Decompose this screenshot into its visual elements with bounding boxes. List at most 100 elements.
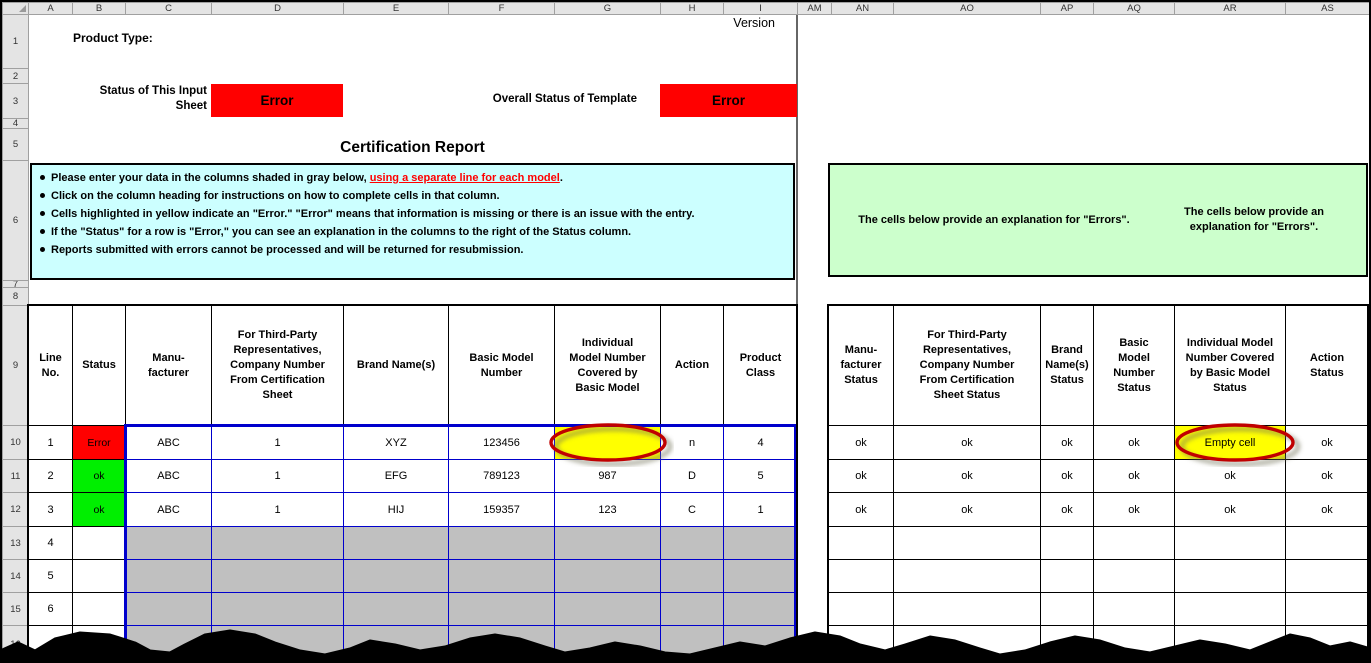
status-detail-cell[interactable]: ok (1285, 492, 1369, 527)
status-detail-cell[interactable] (893, 526, 1041, 560)
status-detail-cell[interactable] (893, 559, 1041, 593)
left-table-header-3[interactable]: For Third-Party Representatives, Company… (211, 305, 344, 426)
data-cell[interactable]: 1 (211, 459, 344, 493)
data-cell[interactable]: XYZ (343, 425, 449, 460)
data-cell[interactable]: 4 (723, 425, 798, 460)
line-no-cell[interactable]: 2 (28, 459, 73, 493)
data-cell[interactable]: 5 (723, 459, 798, 493)
column-header-B[interactable]: B (72, 2, 126, 15)
data-cell[interactable] (448, 526, 555, 560)
status-detail-cell[interactable]: ok (1174, 492, 1286, 527)
status-detail-cell[interactable] (1093, 559, 1175, 593)
data-cell[interactable] (448, 559, 555, 593)
row-header-6[interactable]: 6 (2, 160, 29, 281)
data-cell[interactable] (343, 559, 449, 593)
column-header-AS[interactable]: AS (1285, 2, 1370, 15)
row-header-10[interactable]: 10 (2, 425, 29, 460)
status-detail-cell[interactable]: ok (1040, 459, 1094, 493)
status-detail-cell[interactable] (1093, 526, 1175, 560)
left-table-header-1[interactable]: Status (72, 305, 126, 426)
status-detail-cell[interactable]: ok (1040, 492, 1094, 527)
line-no-cell[interactable]: 1 (28, 425, 73, 460)
status-cell[interactable]: ok (72, 459, 126, 493)
status-cell[interactable]: Error (72, 425, 126, 460)
left-table-header-5[interactable]: Basic Model Number (448, 305, 555, 426)
column-header-AQ[interactable]: AQ (1093, 2, 1175, 15)
select-all-corner[interactable] (2, 2, 29, 15)
column-header-C[interactable]: C (125, 2, 212, 15)
column-header-H[interactable]: H (660, 2, 724, 15)
right-table-header-0[interactable]: Manu- facturer Status (828, 305, 894, 426)
row-header-13[interactable]: 13 (2, 526, 29, 560)
status-detail-cell[interactable]: ok (1093, 492, 1175, 527)
data-cell[interactable] (211, 559, 344, 593)
status-detail-cell[interactable]: ok (1040, 425, 1094, 460)
row-header-2[interactable]: 2 (2, 68, 29, 84)
data-cell[interactable] (343, 526, 449, 560)
status-cell[interactable] (72, 526, 126, 560)
status-detail-cell[interactable] (1040, 526, 1094, 560)
column-header-AR[interactable]: AR (1174, 2, 1286, 15)
row-header-1[interactable]: 1 (2, 14, 29, 69)
status-detail-cell[interactable]: ok (1093, 459, 1175, 493)
data-cell[interactable]: 159357 (448, 492, 555, 527)
data-cell[interactable] (125, 559, 212, 593)
status-detail-cell[interactable]: ok (828, 459, 894, 493)
status-detail-cell[interactable]: ok (893, 459, 1041, 493)
left-table-header-7[interactable]: Action (660, 305, 724, 426)
column-header-AP[interactable]: AP (1040, 2, 1094, 15)
row-header-9[interactable]: 9 (2, 305, 29, 426)
status-detail-cell[interactable] (1285, 526, 1369, 560)
line-no-cell[interactable]: 4 (28, 526, 73, 560)
status-detail-cell[interactable] (1040, 559, 1094, 593)
row-header-8[interactable]: 8 (2, 287, 29, 306)
column-header-G[interactable]: G (554, 2, 661, 15)
data-cell[interactable] (660, 526, 724, 560)
data-cell[interactable]: EFG (343, 459, 449, 493)
data-cell[interactable]: 1 (211, 492, 344, 527)
status-detail-cell[interactable] (1174, 526, 1286, 560)
left-table-header-8[interactable]: Product Class (723, 305, 798, 426)
status-detail-cell[interactable] (1285, 559, 1369, 593)
row-header-3[interactable]: 3 (2, 83, 29, 119)
column-header-AN[interactable]: AN (831, 2, 894, 15)
column-header-AM[interactable]: AM (797, 2, 832, 15)
line-no-cell[interactable]: 3 (28, 492, 73, 527)
data-cell[interactable] (554, 526, 661, 560)
data-cell[interactable]: 789123 (448, 459, 555, 493)
instruction-link[interactable]: using a separate line for each model (370, 172, 560, 184)
column-header-AO[interactable]: AO (893, 2, 1041, 15)
column-header-A[interactable]: A (28, 2, 73, 15)
left-table-header-6[interactable]: Individual Model Number Covered by Basic… (554, 305, 661, 426)
status-detail-cell[interactable] (828, 559, 894, 593)
column-header-F[interactable]: F (448, 2, 555, 15)
line-no-cell[interactable]: 5 (28, 559, 73, 593)
status-detail-cell[interactable]: ok (1093, 425, 1175, 460)
data-cell[interactable]: ABC (125, 492, 212, 527)
row-header-5[interactable]: 5 (2, 128, 29, 161)
data-cell[interactable] (211, 526, 344, 560)
left-table-header-4[interactable]: Brand Name(s) (343, 305, 449, 426)
right-table-header-1[interactable]: For Third-Party Representatives, Company… (893, 305, 1041, 426)
data-cell[interactable]: 123 (554, 492, 661, 527)
data-cell[interactable] (660, 559, 724, 593)
data-cell[interactable] (723, 526, 798, 560)
status-cell[interactable] (72, 559, 126, 593)
status-detail-cell[interactable] (828, 526, 894, 560)
row-header-11[interactable]: 11 (2, 459, 29, 493)
status-detail-cell[interactable]: ok (828, 425, 894, 460)
column-header-D[interactable]: D (211, 2, 344, 15)
data-cell[interactable]: 1 (723, 492, 798, 527)
data-cell[interactable]: 1 (211, 425, 344, 460)
left-table-header-0[interactable]: Line No. (28, 305, 73, 426)
column-header-I[interactable]: I (723, 2, 798, 15)
row-header-12[interactable]: 12 (2, 492, 29, 527)
status-detail-cell[interactable]: ok (893, 425, 1041, 460)
right-table-header-5[interactable]: Action Status (1285, 305, 1369, 426)
data-cell[interactable]: 123456 (448, 425, 555, 460)
row-header-14[interactable]: 14 (2, 559, 29, 593)
data-cell[interactable]: ABC (125, 459, 212, 493)
data-cell[interactable] (723, 559, 798, 593)
data-cell[interactable] (125, 526, 212, 560)
column-header-E[interactable]: E (343, 2, 449, 15)
